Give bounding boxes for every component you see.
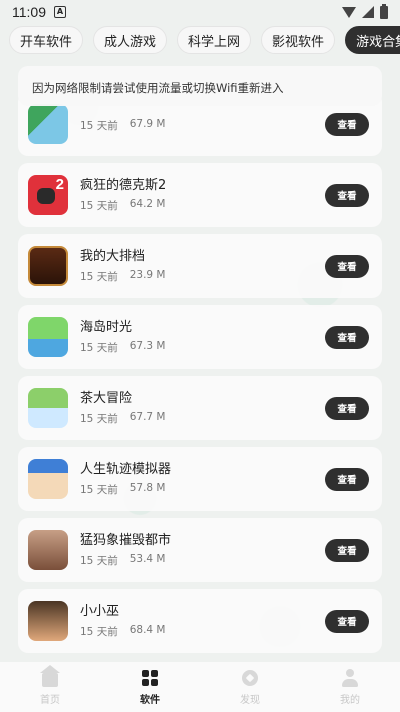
app-updated-time: 15 天前 [80,271,118,283]
signal-icon [362,6,374,18]
nav-home[interactable]: 首页 [0,662,100,712]
tab-adult-games[interactable]: 成人游戏 [93,26,168,54]
app-items: 15 天前 67.9 M 查看 疯狂的德克斯2 15 天前 64.2 M 查看 … [18,92,382,660]
app-name: 海岛时光 [80,320,133,335]
tab-drive-apps[interactable]: 开车软件 [9,26,84,54]
view-button[interactable]: 查看 [325,396,369,420]
category-tabs: 开车软件 成人游戏 科学上网 影视软件 游戏合集 [0,26,400,56]
view-button[interactable]: 查看 [325,609,369,633]
app-size: 53.4 M [129,553,166,565]
app-name: 疯狂的德克斯2 [80,178,167,193]
app-size: 64.2 M [129,198,166,210]
user-icon [341,668,359,687]
view-button[interactable]: 查看 [325,183,369,207]
app-list[interactable]: 因为网络限制请尝试使用流量或切换Wifi重新进入 15 天前 67.9 M 查看… [18,66,382,662]
app-size: 67.7 M [129,411,166,423]
status-bar: 11:09 A [0,0,400,24]
app-size: 57.8 M [129,482,166,494]
tab-video-apps[interactable]: 影视软件 [261,26,336,54]
nav-discover-label: 发现 [240,694,260,706]
island-game-icon [28,317,68,357]
view-button[interactable]: 查看 [325,325,369,349]
view-button[interactable]: 查看 [325,254,369,278]
app-name: 茶大冒险 [80,391,133,406]
tab-game-collection[interactable]: 游戏合集 [345,26,400,54]
app-size: 68.4 M [129,624,166,636]
home-icon [40,664,60,687]
app-name: 猛犸象摧毁都市 [80,533,172,548]
dex2-game-icon [28,175,68,215]
app-name: 我的大排档 [80,249,146,264]
nav-profile[interactable]: 我的 [300,662,400,712]
compass-icon [241,669,259,687]
wifi-icon [342,6,356,18]
view-button[interactable]: 查看 [325,112,369,136]
nav-profile-label: 我的 [340,694,360,706]
tea-adventure-game-icon [28,388,68,428]
app-name: 小小巫 [80,604,120,619]
list-item[interactable]: 茶大冒险 15 天前 67.7 M 查看 [18,376,382,440]
little-witch-game-icon [28,601,68,641]
list-item[interactable]: 人生轨迹模拟器 15 天前 57.8 M 查看 [18,447,382,511]
app-updated-time: 15 天前 [80,342,118,354]
list-item[interactable]: 海岛时光 15 天前 67.3 M 查看 [18,305,382,369]
app-size: 23.9 M [129,269,166,281]
view-button[interactable]: 查看 [325,467,369,491]
list-item[interactable]: 小小巫 15 天前 68.4 M 查看 [18,589,382,653]
list-item[interactable]: 疯狂的德克斯2 15 天前 64.2 M 查看 [18,163,382,227]
status-time: 11:09 [12,4,46,20]
apps-grid-icon [141,669,159,687]
mammoth-game-icon [28,530,68,570]
tab-vpn[interactable]: 科学上网 [177,26,252,54]
app-updated-time: 15 天前 [80,413,118,425]
app-size: 67.9 M [129,118,166,130]
app-updated-time: 15 天前 [80,484,118,496]
app-updated-time: 15 天前 [80,555,118,567]
view-button[interactable]: 查看 [325,538,369,562]
bottom-nav: 首页 软件 发现 我的 [0,662,400,712]
nav-home-label: 首页 [40,694,60,706]
app-size: 67.3 M [129,340,166,352]
app-updated-time: 15 天前 [80,200,118,212]
farm-game-icon [28,104,68,144]
list-item[interactable]: 我的大排档 15 天前 23.9 M 查看 [18,234,382,298]
notification-icon: A [54,6,66,18]
nav-discover[interactable]: 发现 [200,662,300,712]
status-icons [342,3,388,19]
app-name: 人生轨迹模拟器 [80,462,172,477]
list-item[interactable]: 猛犸象摧毁都市 15 天前 53.4 M 查看 [18,518,382,582]
app-updated-time: 15 天前 [80,626,118,638]
battery-icon [380,3,388,19]
food-stall-game-icon [28,246,68,286]
nav-apps[interactable]: 软件 [100,662,200,712]
life-simulator-game-icon [28,459,68,499]
network-notice: 因为网络限制请尝试使用流量或切换Wifi重新进入 [18,66,382,106]
nav-apps-label: 软件 [140,694,160,706]
app-updated-time: 15 天前 [80,120,118,132]
